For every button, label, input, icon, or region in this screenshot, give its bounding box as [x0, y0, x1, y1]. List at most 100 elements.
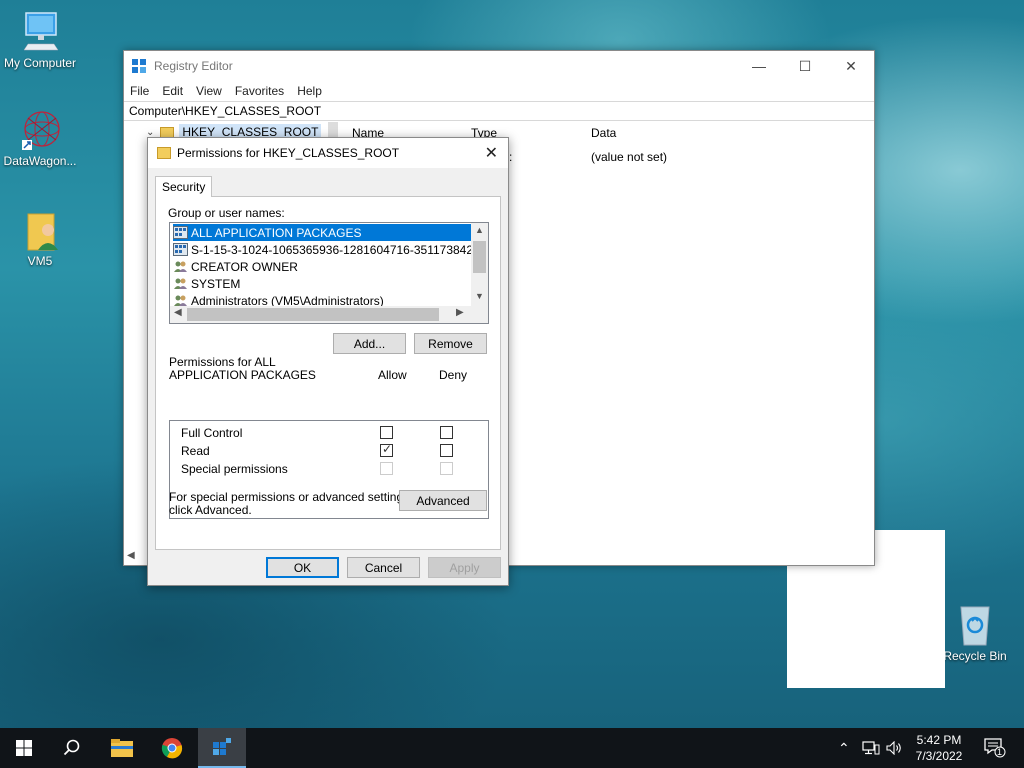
scroll-left-icon[interactable]: ◀ — [127, 550, 135, 561]
taskbar: ⌃ 5:42 PM 7/3/2022 1 — [0, 728, 1024, 768]
cancel-button[interactable]: Cancel — [347, 557, 420, 578]
folder-icon — [160, 126, 175, 138]
read-allow-checkbox[interactable]: ✓ — [380, 442, 393, 457]
desktop-icon-label: VM5 — [27, 254, 53, 268]
menu-bar: File Edit View Favorites Help — [124, 81, 874, 101]
button-label: Advanced — [416, 493, 470, 508]
button-label: Cancel — [364, 560, 403, 575]
clock[interactable]: 5:42 PM 7/3/2022 — [907, 732, 971, 764]
address-bar[interactable]: Computer\HKEY_CLASSES_ROOT — [124, 101, 874, 121]
window-title: Registry Editor — [154, 59, 233, 73]
security-tab-page: Group or user names: ALL APPLICATION PAC… — [155, 196, 501, 550]
tab-security[interactable]: Security — [155, 176, 213, 197]
chevron-up-icon[interactable]: ⌃ — [838, 740, 850, 757]
taskbar-file-explorer[interactable] — [98, 728, 146, 768]
registry-editor-icon — [132, 59, 146, 73]
title-bar[interactable]: Registry Editor — ☐ ✕ — [124, 51, 874, 81]
list-item-system[interactable]: SYSTEM — [173, 275, 240, 292]
vertical-scrollbar[interactable]: ▲ ▼ — [471, 223, 488, 307]
dialog-title: Permissions for HKEY_CLASSES_ROOT — [177, 146, 400, 160]
list-item-all-application-packages[interactable]: ALL APPLICATION PACKAGES — [173, 224, 471, 241]
advanced-button[interactable]: Advanced — [399, 490, 487, 511]
menu-view[interactable]: View — [196, 84, 222, 98]
clock-time: 5:42 PM — [916, 733, 962, 747]
row-type-fragment: : — [509, 150, 513, 164]
windows-logo-icon — [16, 740, 32, 756]
button-label: Apply — [449, 560, 480, 575]
desktop-icon-recycle-bin[interactable]: Recycle Bin — [935, 603, 1015, 663]
full-control-deny-checkbox[interactable] — [440, 426, 453, 439]
column-data[interactable]: Data — [591, 126, 616, 140]
add-button[interactable]: Add... — [333, 333, 406, 354]
list-item-label: ALL APPLICATION PACKAGES — [191, 225, 362, 240]
checkmark-icon: ✓ — [382, 442, 393, 456]
permissions-dialog: Permissions for HKEY_CLASSES_ROOT ✕ Secu… — [147, 137, 509, 586]
notification-center-button[interactable]: 1 — [984, 728, 1006, 768]
maximize-icon[interactable]: ☐ — [782, 51, 828, 81]
volume-icon — [886, 741, 901, 755]
chrome-icon — [161, 738, 183, 759]
permission-read: Read — [181, 444, 210, 458]
tray-chevron[interactable]: ⌃ — [838, 728, 850, 768]
read-deny-checkbox[interactable] — [440, 444, 453, 457]
permissions-for-label-line2: APPLICATION PACKAGES — [169, 368, 316, 382]
users-icon — [173, 277, 188, 290]
menu-edit[interactable]: Edit — [162, 84, 183, 98]
group-user-list[interactable]: ALL APPLICATION PACKAGES S-1-15-3-1024-1… — [169, 222, 489, 324]
dialog-title-bar[interactable]: Permissions for HKEY_CLASSES_ROOT ✕ — [148, 138, 508, 168]
search-button[interactable] — [48, 728, 96, 768]
chevron-up-icon[interactable]: ▲ — [471, 225, 488, 235]
close-icon[interactable]: ✕ — [485, 143, 498, 163]
special-note-line2: click Advanced. — [169, 503, 252, 517]
menu-favorites[interactable]: Favorites — [235, 84, 284, 98]
search-icon — [63, 739, 80, 756]
horizontal-scrollbar[interactable]: ◀ ▶ — [170, 306, 488, 323]
remove-button[interactable]: Remove — [414, 333, 487, 354]
clock-date: 7/3/2022 — [915, 749, 963, 763]
tray-volume[interactable] — [886, 728, 904, 768]
menu-help[interactable]: Help — [297, 84, 322, 98]
group-label: Group or user names: — [168, 206, 285, 220]
special-note-line1: For special permissions or advanced sett… — [169, 490, 413, 504]
folder-icon — [111, 739, 133, 757]
minimize-icon[interactable]: — — [736, 51, 782, 81]
permission-full-control: Full Control — [181, 426, 243, 440]
start-button[interactable] — [0, 728, 48, 768]
ok-button[interactable]: OK — [266, 557, 339, 578]
notification-icon — [984, 738, 1006, 758]
row-data-value: (value not set) — [591, 150, 668, 164]
permission-special: Special permissions — [181, 462, 288, 476]
tray-network[interactable] — [862, 728, 880, 768]
allow-column-label: Allow — [378, 368, 407, 382]
taskbar-chrome[interactable] — [148, 728, 196, 768]
list-item-label: S-1-15-3-1024-1065365936-1281604716-3511… — [191, 242, 489, 257]
taskbar-registry-editor[interactable] — [198, 728, 246, 768]
close-icon[interactable]: ✕ — [828, 51, 874, 81]
list-item-sid[interactable]: S-1-15-3-1024-1065365936-1281604716-3511… — [173, 241, 489, 258]
chevron-left-icon[interactable]: ◀ — [174, 307, 182, 318]
network-sphere-icon — [18, 108, 62, 152]
scroll-thumb[interactable] — [187, 308, 439, 321]
user-folder-icon — [18, 208, 62, 252]
recycle-bin-icon — [953, 603, 997, 647]
desktop-icon-my-computer[interactable]: My Computer — [0, 10, 80, 70]
permissions-for-label-line1: Permissions for ALL — [169, 355, 276, 369]
button-label: Remove — [428, 336, 473, 351]
package-group-icon — [173, 226, 188, 239]
button-label: Add... — [353, 336, 386, 351]
deny-column-label: Deny — [439, 368, 468, 382]
network-icon — [862, 741, 880, 755]
desktop-icon-label: My Computer — [3, 56, 77, 70]
menu-file[interactable]: File — [130, 84, 149, 98]
scroll-thumb[interactable] — [473, 241, 486, 273]
list-item-creator-owner[interactable]: CREATOR OWNER — [173, 258, 298, 275]
button-label: OK — [293, 560, 312, 575]
full-control-allow-checkbox[interactable] — [380, 426, 393, 439]
desktop-icon-datawagon[interactable]: DataWagon... — [0, 108, 80, 168]
desktop-icon-label: DataWagon... — [3, 154, 77, 168]
desktop-icon-vm5[interactable]: VM5 — [0, 208, 80, 268]
package-group-icon — [173, 243, 188, 256]
chevron-down-icon[interactable]: ▼ — [471, 291, 488, 301]
chevron-right-icon[interactable]: ▶ — [456, 307, 464, 318]
chevron-down-icon[interactable]: ⌄ — [146, 127, 154, 138]
